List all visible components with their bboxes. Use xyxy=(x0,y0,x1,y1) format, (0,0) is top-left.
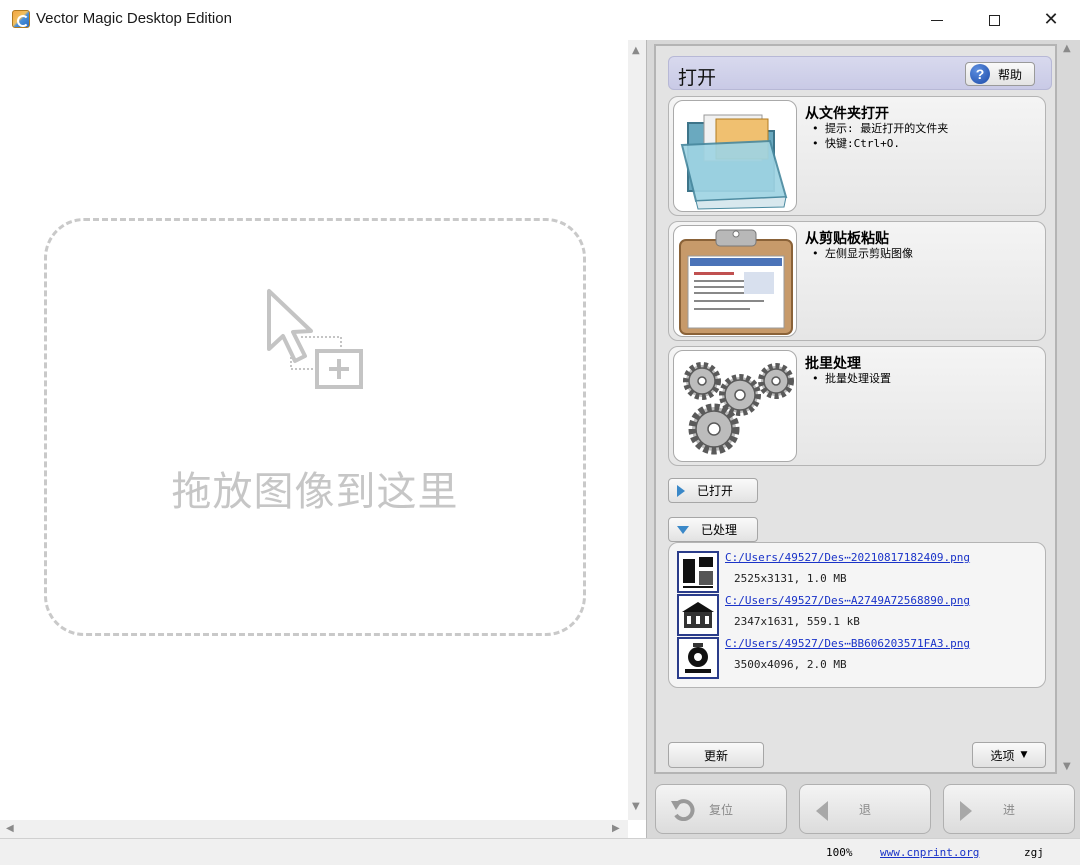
card-tip: 提示: 最近打开的文件夹 xyxy=(809,121,948,136)
card-tips: 提示: 最近打开的文件夹 快键:Ctrl+O. xyxy=(809,121,948,151)
opened-toggle[interactable]: 已打开 xyxy=(668,478,758,503)
drag-cursor-add-icon xyxy=(267,289,363,389)
maximize-icon xyxy=(988,14,1000,26)
expand-arrow-icon xyxy=(677,484,685,497)
options-button[interactable]: 选项 ▼ xyxy=(972,742,1046,768)
file-thumbnail xyxy=(677,551,719,593)
file-meta: 2525x3131, 1.0 MB xyxy=(734,572,847,585)
section-header: 打开 ? 帮助 xyxy=(668,56,1052,90)
reset-button[interactable]: 复位 xyxy=(655,784,787,834)
scroll-down-icon[interactable]: ▼ xyxy=(1063,762,1071,772)
file-meta: 3500x4096, 2.0 MB xyxy=(734,658,847,671)
canvas-vertical-scrollbar[interactable]: ▲ ▼ xyxy=(628,40,646,820)
window-title: Vector Magic Desktop Edition xyxy=(36,10,232,27)
card-tip: 快键:Ctrl+O. xyxy=(809,136,948,151)
user-label: zgj xyxy=(1024,846,1044,859)
maximize-button[interactable] xyxy=(965,0,1023,40)
open-panel: 打开 ? 帮助 从文件夹打开 提示: 最近打开的文件夹 快键:Ctrl+O. xyxy=(654,44,1057,774)
card-title: 从剪贴板粘贴 xyxy=(805,231,889,247)
card-tip: 批量处理设置 xyxy=(809,371,891,386)
collapse-arrow-icon xyxy=(677,525,689,534)
card-title: 从文件夹打开 xyxy=(805,106,889,122)
section-title: 打开 xyxy=(678,67,717,89)
close-button[interactable]: ✕ xyxy=(1022,0,1080,40)
scroll-right-icon[interactable]: ▶ xyxy=(612,824,620,834)
card-tip: 左侧显示剪贴图像 xyxy=(809,246,913,261)
side-panel: 打开 ? 帮助 从文件夹打开 提示: 最近打开的文件夹 快键:Ctrl+O. xyxy=(646,40,1080,838)
dropdown-arrow-icon: ▼ xyxy=(1020,750,1028,760)
card-tips: 左侧显示剪贴图像 xyxy=(809,246,913,261)
scroll-up-icon[interactable]: ▲ xyxy=(632,46,640,56)
status-bar: 100% www.cnprint.org zgj xyxy=(0,838,1080,865)
processed-toggle[interactable]: 已处理 xyxy=(668,517,758,542)
file-meta: 2347x1631, 559.1 kB xyxy=(734,615,860,628)
list-item[interactable]: C:/Users/49527/Des⋯A2749A72568890.png 23… xyxy=(677,594,1037,636)
file-path-link[interactable]: C:/Users/49527/Des⋯A2749A72568890.png xyxy=(725,594,970,607)
file-path-link[interactable]: C:/Users/49527/Des⋯BB606203571FA3.png xyxy=(725,637,970,650)
file-path-link[interactable]: C:/Users/49527/Des⋯20210817182409.png xyxy=(725,551,970,564)
processed-files-list: C:/Users/49527/Des⋯20210817182409.png 25… xyxy=(668,542,1046,688)
batch-processing-card[interactable]: 批里处理 批量处理设置 xyxy=(668,346,1046,466)
gears-thumb xyxy=(673,350,797,462)
folder-icon xyxy=(680,114,788,210)
scroll-up-icon[interactable]: ▲ xyxy=(1063,44,1071,54)
file-thumbnail xyxy=(677,637,719,679)
scroll-down-icon[interactable]: ▼ xyxy=(632,802,640,812)
app-logo-icon xyxy=(12,10,30,28)
gears-icon xyxy=(683,362,794,455)
drop-hint-text: 拖放图像到这里 xyxy=(171,469,459,515)
reset-label: 复位 xyxy=(708,803,733,817)
minimize-icon xyxy=(931,19,943,21)
folder-thumb xyxy=(673,100,797,212)
back-label: 退 xyxy=(858,803,871,817)
image-canvas[interactable]: 拖放图像到这里 xyxy=(0,40,628,820)
close-icon: ✕ xyxy=(1043,9,1059,30)
title-bar: Vector Magic Desktop Edition ✕ xyxy=(0,0,1080,40)
help-label: 帮助 xyxy=(998,67,1023,82)
forward-label: 进 xyxy=(1002,803,1015,817)
panel-vertical-scrollbar[interactable]: ▲ ▼ xyxy=(1057,42,1079,774)
back-button[interactable]: 退 xyxy=(799,784,931,834)
options-label: 选项 xyxy=(990,748,1015,763)
refresh-button[interactable]: 更新 xyxy=(668,742,764,768)
processed-label: 已处理 xyxy=(701,523,738,537)
help-icon: ? xyxy=(970,64,990,84)
list-item[interactable]: C:/Users/49527/Des⋯BB606203571FA3.png 35… xyxy=(677,637,1037,679)
clipboard-thumb xyxy=(673,225,797,337)
opened-label: 已打开 xyxy=(697,484,734,498)
card-title: 批里处理 xyxy=(805,356,861,372)
minimize-button[interactable] xyxy=(908,0,966,40)
website-link[interactable]: www.cnprint.org xyxy=(880,846,979,859)
drop-zone[interactable]: 拖放图像到这里 xyxy=(44,218,586,636)
scroll-left-icon[interactable]: ◀ xyxy=(6,824,14,834)
forward-button[interactable]: 进 xyxy=(943,784,1075,834)
card-tips: 批量处理设置 xyxy=(809,371,891,386)
file-thumbnail xyxy=(677,594,719,636)
list-item[interactable]: C:/Users/49527/Des⋯20210817182409.png 25… xyxy=(677,551,1037,593)
paste-from-clipboard-card[interactable]: 从剪贴板粘贴 左侧显示剪贴图像 xyxy=(668,221,1046,341)
clipboard-icon xyxy=(679,229,793,335)
help-button[interactable]: ? 帮助 xyxy=(965,62,1035,86)
zoom-level: 100% xyxy=(826,846,853,859)
open-from-folder-card[interactable]: 从文件夹打开 提示: 最近打开的文件夹 快键:Ctrl+O. xyxy=(668,96,1046,216)
canvas-horizontal-scrollbar[interactable]: ◀ ▶ xyxy=(0,820,628,838)
